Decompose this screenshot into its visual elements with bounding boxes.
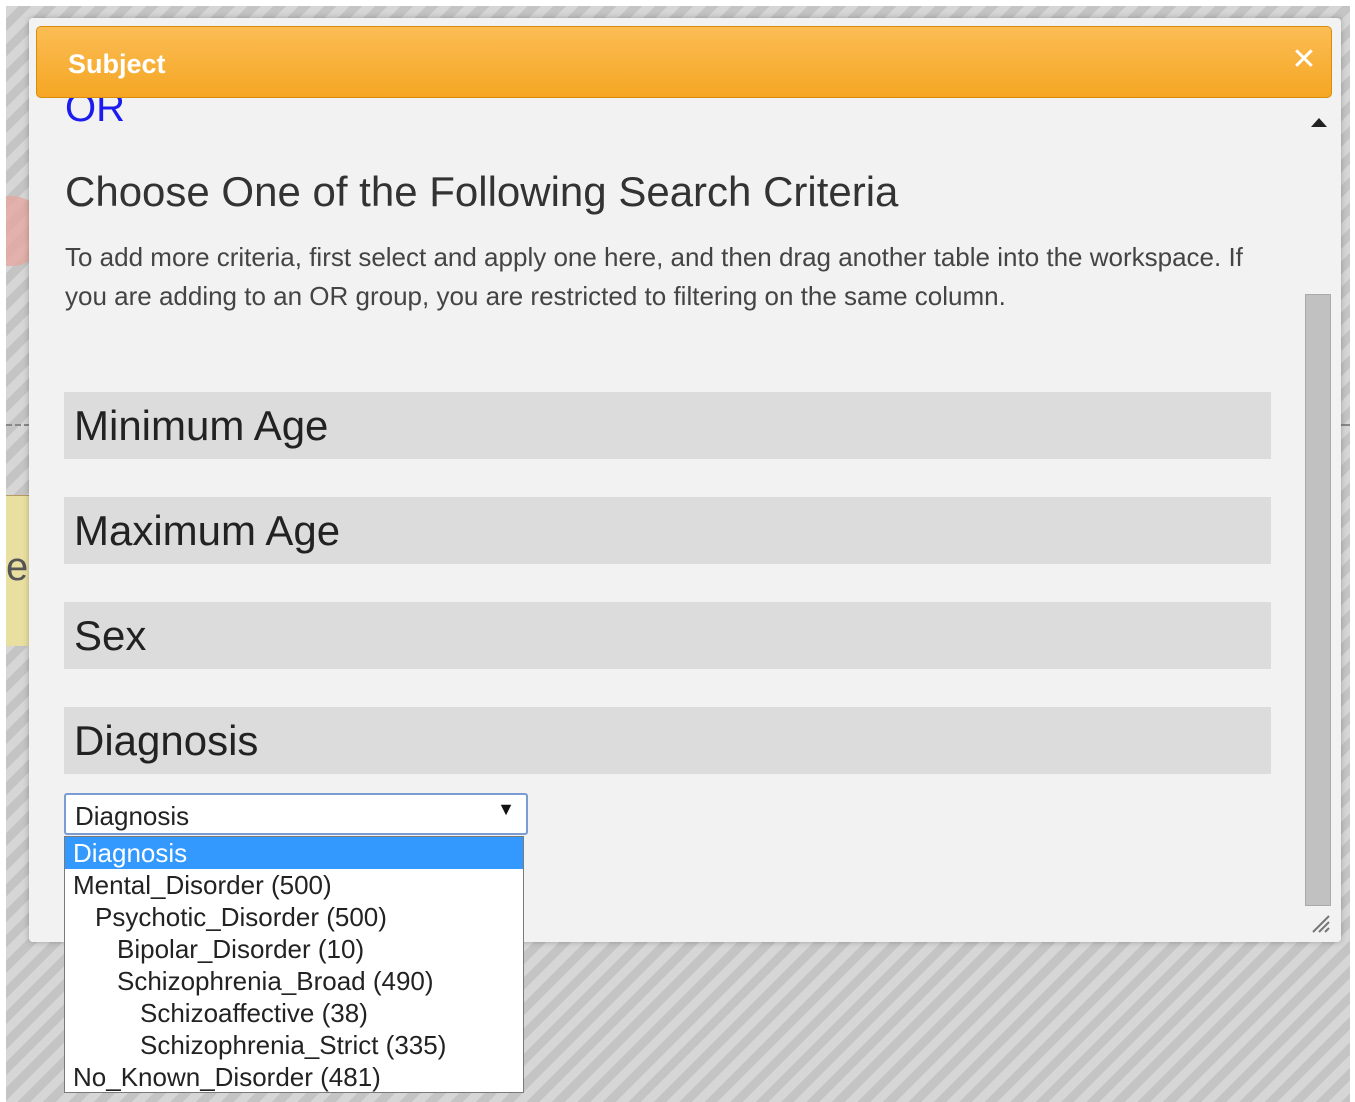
dropdown-option[interactable]: Schizophrenia_Strict (335) xyxy=(65,1029,523,1061)
option-label: No_Known_Disorder (481) xyxy=(73,1062,381,1092)
criteria-label: Minimum Age xyxy=(74,402,329,449)
option-label: Schizoaffective (38) xyxy=(140,998,368,1028)
diagnosis-dropdown-list: Diagnosis Mental_Disorder (500) Psychoti… xyxy=(64,836,524,1093)
dropdown-option[interactable]: Schizoaffective (38) xyxy=(65,997,523,1029)
dropdown-option[interactable]: Psychotic_Disorder (500) xyxy=(65,901,523,933)
criteria-label: Maximum Age xyxy=(74,507,341,554)
dropdown-option[interactable]: Schizophrenia_Broad (490) xyxy=(65,965,523,997)
dialog-scrollbar[interactable] xyxy=(1299,98,1341,942)
criteria-sex[interactable]: Sex xyxy=(64,602,1271,669)
close-icon[interactable]: ✕ xyxy=(1291,43,1317,77)
criteria-label: Diagnosis xyxy=(74,717,259,764)
dropdown-option[interactable]: No_Known_Disorder (481) xyxy=(65,1061,523,1093)
option-label: Diagnosis xyxy=(73,838,188,868)
dropdown-option[interactable]: Bipolar_Disorder (10) xyxy=(65,933,523,965)
criteria-maximum-age[interactable]: Maximum Age xyxy=(64,497,1271,564)
criteria-diagnosis[interactable]: Diagnosis xyxy=(64,707,1271,774)
select-current-value: Diagnosis xyxy=(75,801,190,831)
option-label: Mental_Disorder (500) xyxy=(73,870,332,900)
dropdown-option[interactable]: Mental_Disorder (500) xyxy=(65,869,523,901)
scroll-up-arrow-icon[interactable] xyxy=(1311,118,1327,127)
dropdown-arrow-icon[interactable]: ▼ xyxy=(497,799,515,820)
criteria-description: To add more criteria, first select and a… xyxy=(65,242,1243,311)
scrollbar-thumb[interactable] xyxy=(1305,294,1331,906)
criteria-heading: Choose One of the Following Search Crite… xyxy=(65,168,899,215)
option-label: Bipolar_Disorder (10) xyxy=(117,934,365,964)
dialog-titlebar[interactable]: Subject ✕ xyxy=(36,26,1332,98)
diagnosis-select[interactable]: Diagnosis ▼ xyxy=(64,793,528,835)
background-connector-line xyxy=(1340,424,1350,426)
dialog-title: Subject xyxy=(68,49,166,79)
option-label: Psychotic_Disorder (500) xyxy=(95,902,387,932)
criteria-label: Sex xyxy=(74,612,147,659)
criteria-minimum-age[interactable]: Minimum Age xyxy=(64,392,1271,459)
dropdown-option[interactable]: Diagnosis xyxy=(65,837,523,869)
option-label: Schizophrenia_Broad (490) xyxy=(117,966,434,996)
option-label: Schizophrenia_Strict (335) xyxy=(140,1030,447,1060)
resize-grip-icon[interactable] xyxy=(1311,914,1331,934)
background-connector-line xyxy=(6,424,30,426)
background-text-fragment: e xyxy=(6,545,29,589)
